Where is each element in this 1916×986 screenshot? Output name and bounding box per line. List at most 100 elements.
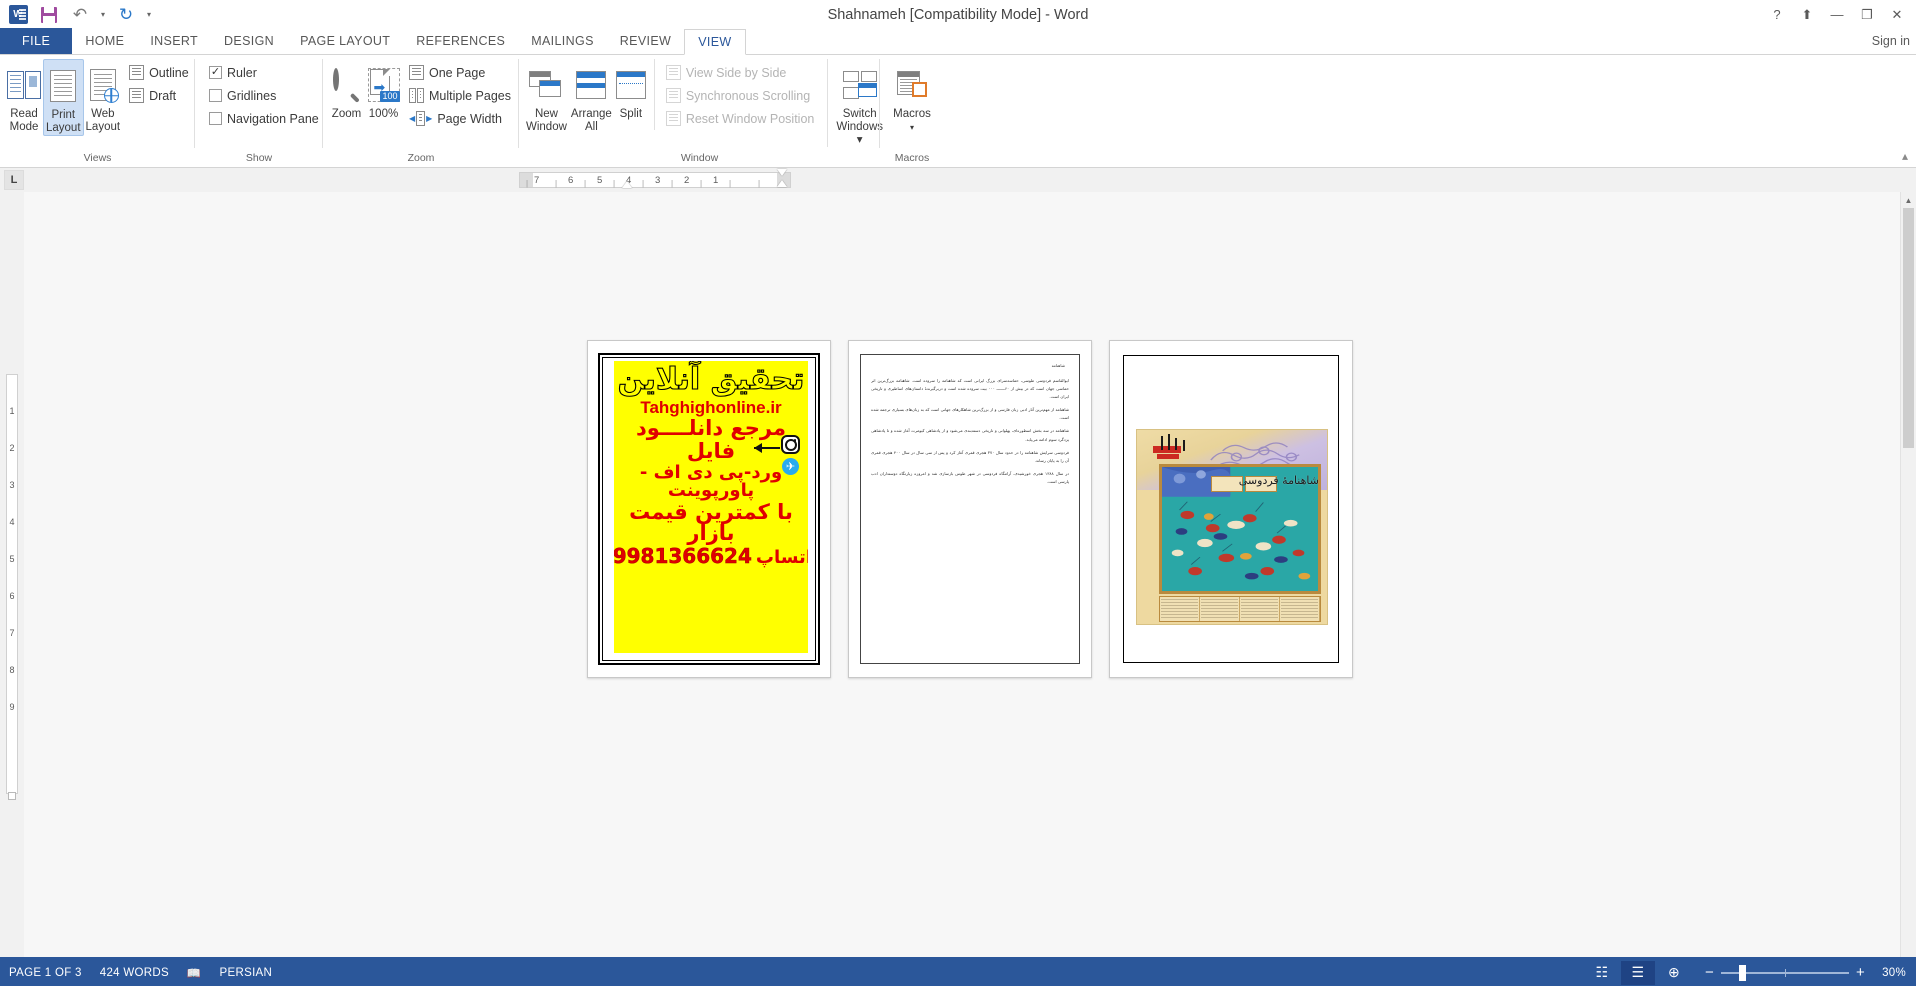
zoom-level-label[interactable]: 30% bbox=[1872, 967, 1906, 979]
switch-windows-button[interactable]: Switch Windows ▾ bbox=[827, 59, 885, 147]
ribbon-display-options-icon[interactable]: ⬆ bbox=[1792, 0, 1822, 29]
vertical-ruler[interactable]: 1 2 3 4 5 6 7 8 9 bbox=[0, 192, 24, 957]
reset-window-position-icon bbox=[665, 111, 681, 126]
page-indicator[interactable]: PAGE 1 OF 3 bbox=[0, 967, 91, 979]
proofing-errors-icon[interactable]: 📖 bbox=[178, 966, 211, 980]
arrow-left-icon bbox=[754, 443, 780, 453]
chevron-down-icon[interactable]: ▾ bbox=[857, 134, 863, 146]
collapse-ribbon-icon[interactable]: ▴ bbox=[1902, 149, 1908, 163]
document-page-1[interactable]: تحقیق آنلاین Tahghighonline.ir مرجع دانل… bbox=[587, 340, 831, 678]
print-layout-button[interactable]: Print Layout bbox=[43, 59, 84, 136]
save-icon[interactable] bbox=[39, 5, 59, 25]
zoom-slider[interactable]: − + 30% bbox=[1693, 964, 1906, 981]
vertical-scrollbar[interactable]: ▲ bbox=[1900, 192, 1916, 957]
page1-border: تحقیق آنلاین Tahghighonline.ir مرجع دانل… bbox=[598, 353, 820, 665]
tab-view[interactable]: VIEW bbox=[684, 29, 746, 55]
undo-icon[interactable]: ↶ bbox=[70, 5, 90, 25]
horizontal-ruler[interactable]: 7 6 5 4 3 2 1 | | | | | | | | | bbox=[519, 172, 791, 188]
ruler-checkbox-box: ✓ bbox=[209, 66, 222, 79]
document-workspace: 1 2 3 4 5 6 7 8 9 تحقیق آنلاین Tahghigho… bbox=[0, 192, 1916, 957]
draft-view-button[interactable]: Draft bbox=[126, 84, 192, 107]
web-layout-button[interactable]: Web Layout bbox=[84, 59, 123, 134]
tab-home[interactable]: HOME bbox=[72, 28, 137, 54]
undo-dropdown-icon[interactable]: ▾ bbox=[101, 10, 105, 19]
tab-review[interactable]: REVIEW bbox=[607, 28, 684, 54]
tab-mailings[interactable]: MAILINGS bbox=[518, 28, 607, 54]
multiple-pages-button[interactable]: Multiple Pages bbox=[406, 84, 514, 107]
word-logo-icon: W bbox=[8, 5, 28, 25]
macros-label: Macros bbox=[893, 108, 931, 120]
read-mode-view-button[interactable]: ☷ bbox=[1585, 961, 1619, 985]
scrollbar-thumb[interactable] bbox=[1903, 208, 1914, 448]
new-window-label-bottom: Window bbox=[526, 121, 567, 133]
macros-button[interactable]: Macros ▾ bbox=[885, 59, 939, 134]
draft-label: Draft bbox=[149, 88, 177, 103]
scroll-up-icon[interactable]: ▲ bbox=[1901, 192, 1916, 208]
help-icon[interactable]: ? bbox=[1762, 0, 1792, 29]
one-page-icon bbox=[409, 65, 424, 80]
restore-icon[interactable]: ❐ bbox=[1852, 0, 1882, 29]
one-page-button[interactable]: One Page bbox=[406, 61, 514, 84]
tab-stop-selector[interactable]: L bbox=[4, 170, 24, 190]
synchronous-scrolling-button[interactable]: Synchronous Scrolling bbox=[663, 84, 818, 107]
zoom-100-button[interactable]: ➡ 100 100% bbox=[365, 59, 402, 121]
quick-access-toolbar[interactable]: W ↶ ▾ ↻ ▾ bbox=[0, 0, 151, 29]
tab-references[interactable]: REFERENCES bbox=[403, 28, 518, 54]
sign-in-link[interactable]: Sign in bbox=[1872, 28, 1916, 54]
macros-chevron-down-icon[interactable]: ▾ bbox=[910, 121, 914, 134]
tab-file[interactable]: FILE bbox=[0, 28, 73, 54]
web-layout-view-button[interactable]: ⊕ bbox=[1657, 961, 1691, 985]
page2-body-text: ابوالقاسم فردوسی طوسی، حماسه‌سرای بزرگ ا… bbox=[871, 377, 1069, 655]
right-indent-marker-bottom[interactable] bbox=[777, 180, 787, 187]
ad-title-fa: تحقیق آنلاین bbox=[617, 362, 805, 397]
gridlines-checkbox[interactable]: Gridlines bbox=[206, 84, 322, 107]
vruler-number-6: 6 bbox=[9, 591, 15, 601]
ribbon-tabs: FILE HOME INSERT DESIGN PAGE LAYOUT REFE… bbox=[0, 28, 1916, 55]
new-window-button[interactable]: New Window bbox=[524, 59, 569, 134]
ruler-checkbox[interactable]: ✓ Ruler bbox=[206, 61, 322, 84]
zoom-slider-track[interactable] bbox=[1721, 964, 1850, 981]
close-icon[interactable]: ✕ bbox=[1882, 0, 1912, 29]
zoom-button[interactable]: Zoom bbox=[328, 59, 365, 121]
tab-design[interactable]: DESIGN bbox=[211, 28, 287, 54]
zoom-out-button[interactable]: − bbox=[1705, 965, 1714, 980]
document-page-2[interactable]: شاهنامه ابوالقاسم فردوسی طوسی، حماسه‌سرا… bbox=[848, 340, 1092, 678]
tab-insert[interactable]: INSERT bbox=[137, 28, 211, 54]
switch-windows-icon bbox=[842, 62, 877, 108]
artwork-verse-panel bbox=[1159, 596, 1321, 622]
status-right-controls: ☷ ☰ ⊕ − + 30% bbox=[1585, 960, 1916, 985]
first-line-indent-marker[interactable] bbox=[622, 181, 632, 188]
ruler-number-7: 7 bbox=[534, 175, 540, 186]
navigation-pane-checkbox[interactable]: Navigation Pane bbox=[206, 107, 322, 130]
minimize-icon[interactable]: — bbox=[1822, 0, 1852, 29]
navigation-pane-label: Navigation Pane bbox=[227, 111, 319, 126]
ruler-number-6: 6 bbox=[568, 175, 574, 186]
zoom-slider-thumb[interactable] bbox=[1739, 964, 1747, 981]
switch-windows-text: Windows bbox=[836, 121, 884, 133]
split-label: Split bbox=[619, 108, 643, 120]
pages-container: تحقیق آنلاین Tahghighonline.ir مرجع دانل… bbox=[24, 192, 1916, 957]
word-count[interactable]: 424 WORDS bbox=[91, 967, 178, 979]
outline-view-button[interactable]: Outline bbox=[126, 61, 192, 84]
ad-line-4: با کمترین قیمت بازار bbox=[629, 500, 793, 545]
language-indicator[interactable]: PERSIAN bbox=[211, 967, 282, 979]
group-label-show: Show bbox=[245, 152, 273, 164]
right-indent-marker-top[interactable] bbox=[777, 169, 787, 176]
redo-icon[interactable]: ↻ bbox=[116, 5, 136, 25]
outline-icon bbox=[129, 65, 145, 80]
tab-page-layout[interactable]: PAGE LAYOUT bbox=[287, 28, 403, 54]
zoom-in-button[interactable]: + bbox=[1856, 965, 1865, 980]
zoom-100-label: 100% bbox=[368, 108, 399, 120]
page-width-button[interactable]: ◀ ▶ Page Width bbox=[406, 107, 514, 130]
read-mode-button[interactable]: Read Mode bbox=[5, 59, 43, 134]
document-page-3[interactable]: شاهنامهٔ فردوسی bbox=[1109, 340, 1353, 678]
print-layout-view-button[interactable]: ☰ bbox=[1620, 960, 1655, 985]
arrange-all-button[interactable]: Arrange All bbox=[569, 59, 614, 134]
reset-window-position-button[interactable]: Reset Window Position bbox=[663, 107, 818, 130]
split-button[interactable]: Split bbox=[614, 59, 648, 121]
customize-qat-icon[interactable]: ▾ bbox=[147, 10, 151, 19]
view-side-by-side-button[interactable]: View Side by Side bbox=[663, 61, 818, 84]
group-label-macros: Macros bbox=[894, 152, 930, 164]
ruler-number-5: 5 bbox=[597, 175, 603, 186]
vruler-number-3: 3 bbox=[9, 480, 15, 490]
